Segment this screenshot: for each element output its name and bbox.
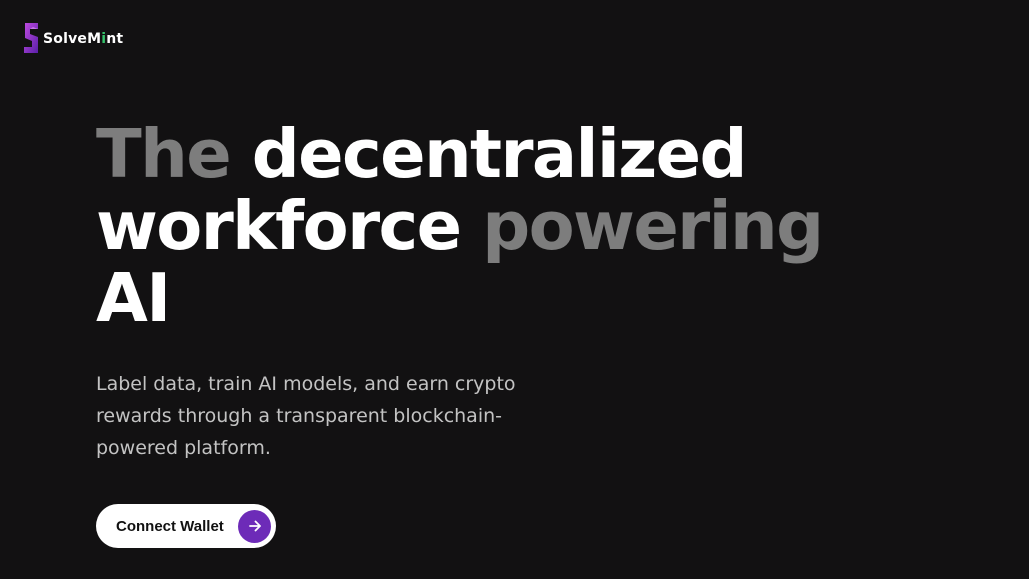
headline-part-ai: AI: [96, 259, 171, 337]
connect-wallet-label: Connect Wallet: [116, 517, 224, 535]
hero-headline: The decentralized workforce powering AI: [96, 118, 856, 334]
headline-part-the: The: [96, 115, 232, 193]
hero-subtext: Label data, train AI models, and earn cr…: [96, 373, 516, 459]
connect-wallet-button[interactable]: Connect Wallet: [96, 504, 276, 548]
landing-page: SolveMint The decentralized workforce po…: [0, 0, 1029, 579]
headline-part-powering: powering: [482, 187, 824, 265]
arrow-right-icon: [238, 509, 271, 543]
logo-mark-icon: [24, 23, 38, 53]
brand-name: SolveMint: [43, 31, 124, 47]
brand-logo[interactable]: SolveMint: [23, 20, 123, 56]
